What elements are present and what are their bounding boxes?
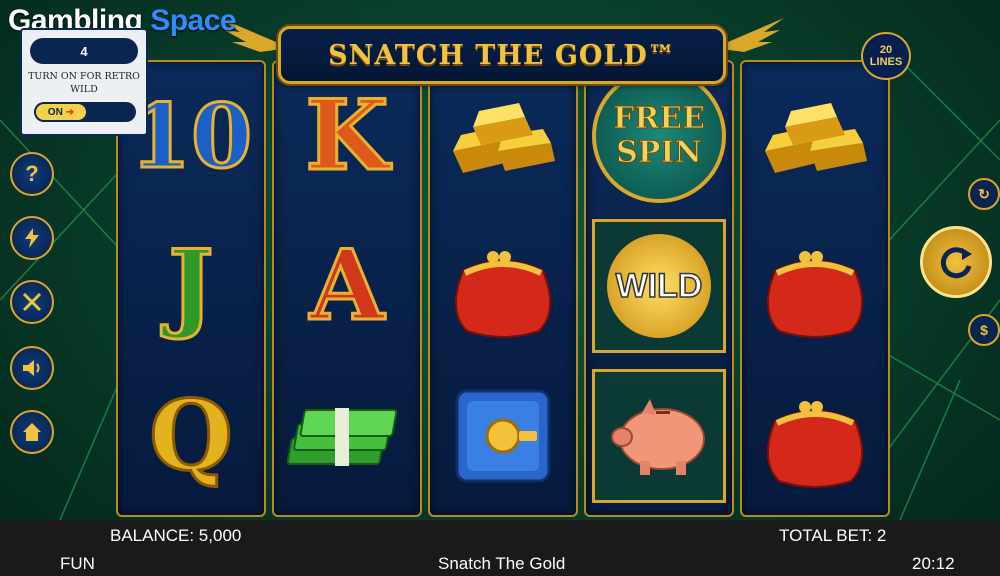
gold-bars-icon [430,62,576,210]
retro-wild-toggle[interactable]: ON ➜ [34,102,136,122]
coin-icon: $ [980,322,988,338]
sound-icon [23,360,40,376]
symbol-q: Q [148,379,235,492]
piggy-bank-icon [586,362,732,510]
gold-bars-icon [742,62,888,210]
free-spin-symbol: FREE SPIN [586,62,732,210]
home-button[interactable] [10,410,54,454]
lines-badge: 20 LINES [861,32,911,80]
total-bet-text: TOTAL BET: 2 [779,526,887,545]
retro-value: 4 [30,38,138,64]
settings-tools-icon [22,292,42,312]
bottom-info-bar: BALANCE: 5,000 TOTAL BET: 2 FUN Snatch T… [0,520,1000,576]
reel-4: FREE SPIN WILD [584,60,734,517]
wild-symbol: WILD [586,212,732,360]
retro-label: Turn on for retro wild [28,71,140,95]
spin-button[interactable] [920,226,992,298]
symbol-j: J [167,229,215,342]
bet-button[interactable]: $ [968,314,1000,346]
clock-text: 20:12 [912,554,955,573]
spin-icon [940,247,972,279]
mode-text: FUN [60,554,95,573]
turbo-button[interactable] [10,216,54,260]
red-purse-icon [742,212,888,360]
reels-area: 10 J Q K A FREE SPIN WILD [116,60,890,517]
red-purse-icon [430,212,576,360]
help-icon: ? [25,161,39,186]
autoplay-button[interactable]: ↻ [968,178,1000,210]
reel-2: K A [272,60,422,517]
game-name-text: Snatch The Gold [438,554,566,573]
retro-wild-panel: 4 Turn on for retro wild ON ➜ [20,28,148,136]
symbol-k: K [304,79,390,192]
game-title: SNATCH THE GOLD™ [328,39,676,71]
reel-5 [740,60,890,517]
lines-label: LINES [869,56,903,68]
reel-3 [428,60,578,517]
game-title-banner: SNATCH THE GOLD™ [278,26,726,84]
red-purse-icon [742,362,888,510]
blue-safe-icon [430,362,576,510]
autoplay-icon: ↻ [978,185,990,202]
symbol-a: A [308,229,386,342]
sound-button[interactable] [10,346,54,390]
lightning-icon [25,228,39,248]
lines-count: 20 [879,44,893,56]
settings-button[interactable] [10,280,54,324]
help-button[interactable]: ? [10,152,54,196]
cash-stack-icon [274,362,420,510]
home-icon [23,423,41,441]
balance-text: BALANCE: 5,000 [110,526,242,545]
